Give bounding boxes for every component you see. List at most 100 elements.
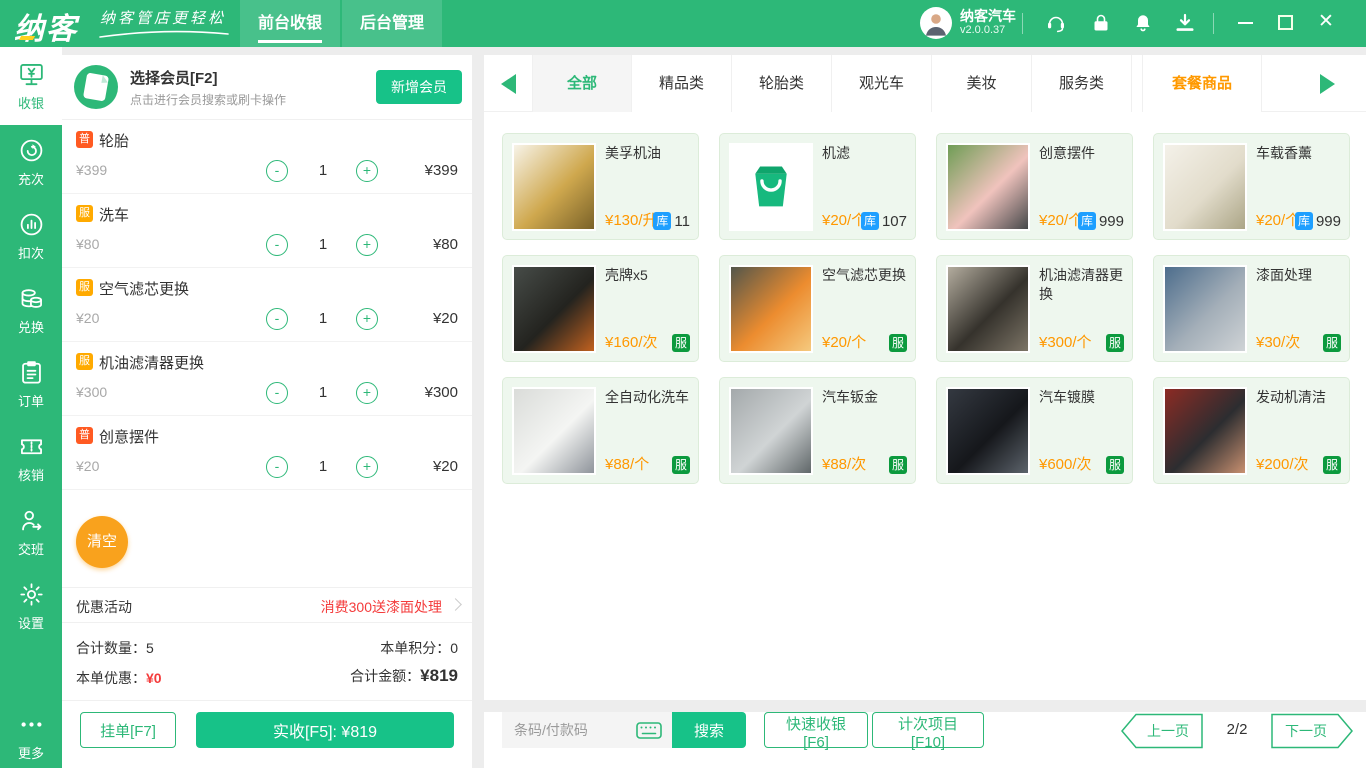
product-photo — [1165, 145, 1245, 229]
service-badge: 服 — [1106, 456, 1124, 474]
download-icon[interactable] — [1173, 11, 1197, 35]
cart-item-unit-price: ¥300 — [76, 384, 107, 400]
category-tab-boutique[interactable]: 精品类 — [632, 55, 732, 112]
logo-accent — [19, 36, 35, 40]
cart-item-name: 洗车 — [99, 204, 129, 225]
sidebar-item-verify[interactable]: 核销 — [0, 421, 62, 495]
product-price: ¥160/次 — [605, 331, 658, 352]
clear-cart-button[interactable]: 清空 — [76, 516, 128, 568]
category-scroll-right-icon[interactable] — [1320, 74, 1335, 94]
quick-cashier-button[interactable]: 快速收银[F6] — [764, 712, 868, 748]
product-name: 空气滤芯更换 — [822, 266, 907, 285]
pay-button[interactable]: 实收[F5]: ¥819 — [196, 712, 454, 748]
category-tab-package[interactable]: 套餐商品 — [1142, 55, 1262, 112]
product-photo — [948, 267, 1028, 351]
avatar[interactable] — [920, 7, 952, 39]
sidebar-item-cashier[interactable]: 收银 — [0, 47, 62, 125]
increase-qty-button[interactable]: + — [356, 308, 378, 330]
product-photo — [948, 145, 1028, 229]
category-scroll-left-icon[interactable] — [501, 74, 516, 94]
product-card[interactable]: 壳牌x5 ¥160/次 服 — [502, 255, 699, 362]
increase-qty-button[interactable]: + — [356, 456, 378, 478]
sidebar-item-orders[interactable]: 订单 — [0, 347, 62, 421]
sidebar-item-recharge[interactable]: 充次 — [0, 125, 62, 199]
next-page-button[interactable]: 下一页 — [1270, 713, 1354, 749]
product-name: 车载香薰 — [1256, 144, 1341, 163]
cart-item-qty: 1 — [308, 162, 338, 179]
product-card[interactable]: 机滤 ¥20/个 库107 — [719, 133, 916, 240]
service-badge: 服 — [889, 456, 907, 474]
cart-item-qty: 1 — [308, 384, 338, 401]
sidebar-item-label: 核销 — [18, 465, 44, 484]
product-card[interactable]: 漆面处理 ¥30/次 服 — [1153, 255, 1350, 362]
settings-icon — [18, 581, 45, 608]
product-image — [1163, 143, 1247, 231]
product-image — [1163, 265, 1247, 353]
minimize-button[interactable] — [1238, 22, 1253, 24]
topbar-divider — [1022, 13, 1023, 34]
product-card[interactable]: 汽车钣金 ¥88/次 服 — [719, 377, 916, 484]
increase-qty-button[interactable]: + — [356, 234, 378, 256]
topbar-tab-back[interactable]: 后台管理 — [342, 0, 442, 47]
service-badge: 服 — [1323, 456, 1341, 474]
increase-qty-button[interactable]: + — [356, 160, 378, 182]
category-tab-all[interactable]: 全部 — [532, 55, 632, 112]
maximize-button[interactable] — [1278, 15, 1293, 30]
product-price: ¥20/个 — [822, 209, 866, 230]
product-card[interactable]: 发动机清洁 ¥200/次 服 — [1153, 377, 1350, 484]
decrease-qty-button[interactable]: - — [266, 382, 288, 404]
prev-page-button[interactable]: 上一页 — [1120, 713, 1204, 749]
sidebar-item-shift[interactable]: 交班 — [0, 495, 62, 569]
support-icon[interactable] — [1044, 11, 1068, 35]
product-card[interactable]: 汽车镀膜 ¥600/次 服 — [936, 377, 1133, 484]
stock-badge: 库11 — [653, 212, 690, 230]
product-card[interactable]: 车载香薰 ¥20/个 库999 — [1153, 133, 1350, 240]
topbar-tab-front[interactable]: 前台收银 — [240, 0, 340, 47]
product-card[interactable]: 美孚机油 ¥130/升 库11 — [502, 133, 699, 240]
select-member-bar[interactable]: 选择会员[F2] 点击进行会员搜索或刷卡操作 新增会员 — [62, 55, 472, 120]
sidebar-item-label: 扣次 — [18, 243, 44, 262]
search-button[interactable]: 搜索 — [672, 712, 746, 748]
close-button[interactable]: ✕ — [1314, 10, 1338, 34]
decrease-qty-button[interactable]: - — [266, 160, 288, 182]
item-type-badge: 服 — [76, 279, 93, 296]
decrease-qty-button[interactable]: - — [266, 456, 288, 478]
keyboard-icon[interactable] — [636, 722, 662, 739]
product-price: ¥200/次 — [1256, 453, 1309, 474]
bell-icon[interactable] — [1131, 11, 1155, 35]
product-photo — [731, 267, 811, 351]
category-tab-services[interactable]: 服务类 — [1032, 55, 1132, 112]
lock-icon[interactable] — [1089, 11, 1113, 35]
add-member-button[interactable]: 新增会员 — [376, 70, 462, 104]
product-panel: 全部精品类轮胎类观光车美妆服务类洗车类 套餐商品 美孚机油 ¥130/升 库11… — [484, 55, 1366, 700]
hold-order-button[interactable]: 挂单[F7] — [80, 712, 176, 748]
cart-item-unit-price: ¥20 — [76, 458, 99, 474]
top-bar: 纳客 纳客管店更轻松 前台收银后台管理 纳客汽车 v2.0.0.37 ✕ — [0, 0, 1366, 47]
stock-badge: 库107 — [861, 212, 907, 230]
sidebar-item-exchange[interactable]: 兑换 — [0, 273, 62, 347]
decrease-qty-button[interactable]: - — [266, 234, 288, 256]
category-tab-tires[interactable]: 轮胎类 — [732, 55, 832, 112]
category-tab-sightseeing[interactable]: 观光车 — [832, 55, 932, 112]
select-member-title: 选择会员[F2] — [130, 67, 218, 88]
decrease-qty-button[interactable]: - — [266, 308, 288, 330]
category-tab-beauty[interactable]: 美妆 — [932, 55, 1032, 112]
count-item-button[interactable]: 计次项目[F10] — [872, 712, 984, 748]
store-name: 纳客汽车 — [960, 6, 1016, 26]
product-card[interactable]: 空气滤芯更换 ¥20/个 服 — [719, 255, 916, 362]
increase-qty-button[interactable]: + — [356, 382, 378, 404]
item-type-badge: 服 — [76, 205, 93, 222]
cart-item-name: 空气滤芯更换 — [99, 278, 189, 299]
sidebar-item-settings[interactable]: 设置 — [0, 569, 62, 643]
product-card[interactable]: 全自动化洗车 ¥88/个 服 — [502, 377, 699, 484]
product-card[interactable]: 创意摆件 ¥20/个 库999 — [936, 133, 1133, 240]
promo-row[interactable]: 优惠活动 消费300送漆面处理 — [62, 587, 472, 623]
service-badge: 服 — [1323, 334, 1341, 352]
sidebar-item-deduct[interactable]: 扣次 — [0, 199, 62, 273]
product-card[interactable]: 机油滤清器更换 ¥300/个 服 — [936, 255, 1133, 362]
cart-item-name: 创意摆件 — [99, 426, 159, 447]
order-summary: 合计数量：5 本单积分：0 本单优惠：¥0 合计金额：¥819 — [62, 623, 472, 701]
sidebar-item-more[interactable]: 更多 — [0, 704, 62, 768]
discount-value: ¥0 — [146, 670, 162, 686]
cart-item-qty: 1 — [308, 458, 338, 475]
